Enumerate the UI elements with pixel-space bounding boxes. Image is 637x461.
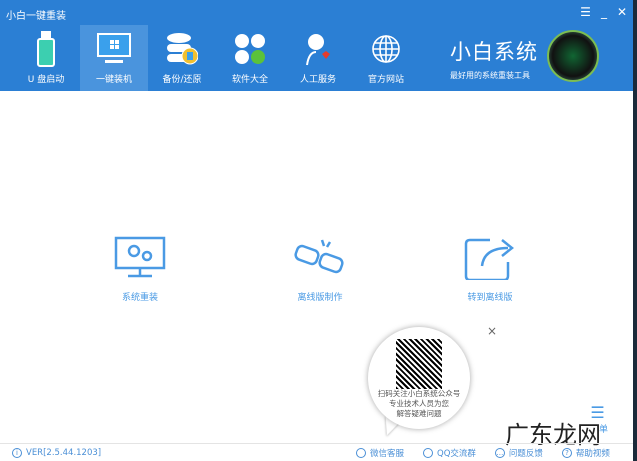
offline-version-button[interactable]: 离线版制作: [270, 236, 370, 303]
menu-button[interactable]: ☰: [580, 5, 591, 19]
apps-icon: [235, 29, 265, 69]
monitor-gear-icon: [114, 236, 166, 278]
feature-label: 离线版制作: [297, 293, 343, 303]
link-label: 帮助视频: [575, 448, 610, 459]
footer: i VER[2.5.44.1203] 微信客服 QQ交流群 … 问题反馈 ? 帮助视频: [0, 443, 633, 461]
popup-line: 专业技术人员为您: [389, 399, 449, 408]
broken-link-icon: [294, 239, 344, 274]
nav-label: 人工服务: [299, 75, 336, 85]
person-heart-icon: [304, 29, 332, 69]
wechat-icon: [356, 447, 366, 458]
monitor-windows-icon: [97, 29, 131, 69]
popup-line: 解答疑难问题: [396, 409, 442, 418]
wechat-support-link[interactable]: 微信客服: [356, 447, 404, 459]
nav-label: 一键装机: [95, 75, 132, 85]
version-text: VER[2.5.44.1203]: [26, 447, 102, 458]
usb-icon: [36, 29, 56, 69]
nav-label: 备份/还原: [162, 75, 202, 85]
link-label: QQ交流群: [437, 448, 476, 459]
window-title: 小白一键重装: [6, 11, 66, 22]
feature-label: 转到离线版: [467, 293, 513, 303]
minimize-button[interactable]: _: [601, 5, 607, 19]
brand: 小白系统最好用的系统重装工具: [450, 36, 538, 81]
share-icon: [464, 238, 515, 280]
nav-label: 官方网站: [367, 75, 404, 85]
info-icon: i: [12, 447, 22, 458]
qq-group-link[interactable]: QQ交流群: [423, 447, 476, 459]
logo-icon: [547, 30, 599, 82]
header: 小白一键重装 ☰ _ ✕ U 盘启动 一键装机 备份/还原 软件大全 人工服务 …: [0, 0, 633, 91]
nav-label: 软件大全: [231, 75, 268, 85]
popup-line: 扫码关注小白系统公众号: [377, 389, 461, 398]
link-label: 微信客服: [370, 448, 405, 459]
nav-usb-boot[interactable]: U 盘启动: [12, 25, 80, 91]
chat-icon: …: [494, 447, 505, 458]
system-reinstall-button[interactable]: 系统重装: [90, 236, 190, 303]
brand-slogan: 最好用的系统重装工具: [450, 71, 530, 80]
qq-icon: [423, 447, 434, 458]
main-nav: U 盘启动 一键装机 备份/还原 软件大全 人工服务 官方网站: [12, 25, 420, 91]
nav-support[interactable]: 人工服务: [284, 25, 352, 91]
brand-name: 小白系统: [450, 40, 538, 64]
nav-backup-restore[interactable]: 备份/还原: [148, 25, 216, 91]
globe-icon: [371, 29, 401, 69]
nav-software[interactable]: 软件大全: [216, 25, 284, 91]
app-window: 小白一键重装 ☰ _ ✕ U 盘启动 一键装机 备份/还原 软件大全 人工服务 …: [0, 0, 633, 461]
feature-label: 系统重装: [121, 293, 158, 303]
qr-popup: 扫码关注小白系统公众号 专业技术人员为您 解答疑难问题: [368, 327, 470, 429]
nav-website[interactable]: 官方网站: [352, 25, 420, 91]
window-edge: [633, 0, 637, 461]
go-offline-button[interactable]: 转到离线版: [440, 236, 540, 303]
nav-label: U 盘启动: [27, 75, 65, 85]
close-button[interactable]: ✕: [617, 5, 627, 19]
popup-close-button[interactable]: ×: [487, 324, 497, 338]
feedback-link[interactable]: … 问题反馈: [494, 447, 543, 459]
help-video-link[interactable]: ? 帮助视频: [561, 447, 610, 459]
help-icon: ?: [561, 447, 572, 458]
database-icon: [166, 29, 198, 69]
qr-code: [396, 339, 442, 389]
nav-one-click-install[interactable]: 一键装机: [80, 25, 148, 91]
link-label: 问题反馈: [508, 448, 543, 459]
